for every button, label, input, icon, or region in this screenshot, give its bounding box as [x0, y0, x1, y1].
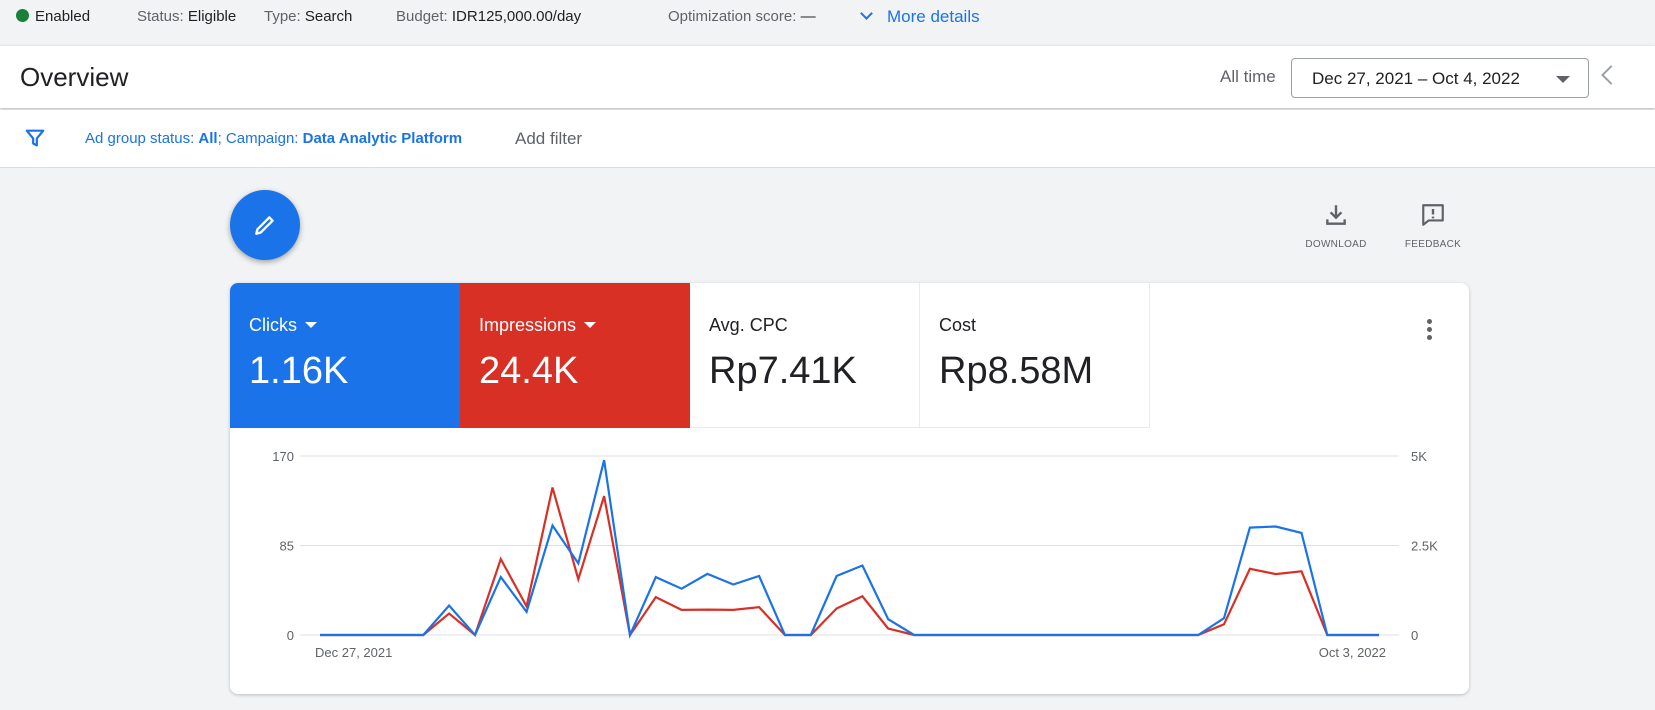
feedback-label: FEEDBACK	[1404, 239, 1462, 250]
metric-clicks-value: 1.16K	[249, 350, 349, 392]
filter-value-ad-group-status: All	[198, 130, 218, 147]
metric-impressions-value: 24.4K	[479, 350, 579, 392]
add-filter-button[interactable]: Add filter	[515, 129, 582, 149]
download-icon	[1326, 205, 1346, 225]
status-value: Eligible	[187, 8, 237, 25]
chevron-left-icon[interactable]	[1601, 65, 1621, 85]
performance-card: Clicks 1.16K Impressions 24.4K Avg. CPC …	[230, 283, 1469, 694]
type-key: Type:	[264, 8, 301, 25]
optimization-score: Optimization score: —	[668, 8, 816, 25]
page-title: Overview	[20, 62, 129, 92]
y-left-tick-label: 85	[280, 539, 294, 554]
series-line-clicks	[320, 459, 1379, 639]
enabled-status: Enabled	[16, 8, 90, 25]
date-range-value: Dec 27, 2021 – Oct 4, 2022	[1312, 69, 1520, 88]
campaign-status-strip: Enabled Status: Eligible Type: Search Bu…	[0, 0, 1655, 36]
dropdown-caret-icon	[584, 322, 597, 328]
filter-key-campaign: ; Campaign:	[217, 130, 303, 147]
metric-cost[interactable]: Cost Rp8.58M	[920, 283, 1150, 428]
metric-avg-cpc-value: Rp7.41K	[709, 350, 857, 392]
more-options-icon[interactable]	[1425, 319, 1433, 343]
filter-key-ad-group-status: Ad group status:	[85, 130, 199, 147]
y-left-tick-label: 170	[272, 449, 294, 464]
more-details-link[interactable]: More details	[860, 7, 980, 27]
download-button[interactable]: DOWNLOAD	[1296, 202, 1376, 250]
feedback-icon	[1422, 204, 1444, 226]
more-details-label: More details	[887, 7, 980, 26]
enabled-dot-icon	[16, 9, 29, 22]
y-right-tick-label: 2.5K	[1411, 539, 1438, 554]
pencil-icon	[255, 216, 274, 235]
performance-line-chart: 170 5K 85 2.5K 0 0 Dec 27, 2021 Oct 3, 2022	[272, 449, 1438, 660]
filter-icon[interactable]	[24, 127, 46, 149]
edit-fab-button[interactable]	[230, 190, 300, 260]
optimization-key: Optimization score:	[668, 8, 797, 25]
budget-value: IDR125,000.00/day	[451, 8, 582, 25]
y-right-tick-label: 0	[1411, 628, 1418, 643]
y-right-tick-label: 5K	[1411, 449, 1427, 464]
filter-value-campaign: Data Analytic Platform	[302, 130, 463, 147]
optimization-value: —	[800, 8, 816, 25]
download-label: DOWNLOAD	[1305, 239, 1367, 250]
overview-header: Overview All time Dec 27, 2021 – Oct 4, …	[0, 46, 1655, 108]
active-filter[interactable]: Ad group status: All; Campaign: Data Ana…	[85, 130, 462, 147]
x-end-label: Oct 3, 2022	[1319, 645, 1386, 660]
metric-avg-cpc-name: Avg. CPC	[709, 315, 788, 335]
filter-bar: Ad group status: All; Campaign: Data Ana…	[0, 110, 1655, 168]
x-start-label: Dec 27, 2021	[315, 645, 392, 660]
metric-avg-cpc[interactable]: Avg. CPC Rp7.41K	[690, 283, 920, 428]
date-range-picker[interactable]: Dec 27, 2021 – Oct 4, 2022	[1291, 58, 1589, 98]
metric-clicks-name: Clicks	[249, 315, 297, 335]
feedback-button[interactable]: FEEDBACK	[1393, 202, 1473, 250]
type-value: Search	[304, 8, 353, 25]
metric-impressions[interactable]: Impressions 24.4K	[460, 283, 690, 428]
campaign-type: Type: Search	[264, 8, 352, 25]
metric-clicks[interactable]: Clicks 1.16K	[230, 283, 460, 428]
dropdown-caret-icon	[1556, 76, 1570, 83]
campaign-budget: Budget: IDR125,000.00/day	[396, 8, 581, 25]
enabled-label: Enabled	[35, 8, 91, 25]
budget-key: Budget:	[396, 8, 448, 25]
metric-impressions-name: Impressions	[479, 315, 577, 335]
metric-cost-value: Rp8.58M	[939, 350, 1094, 392]
date-range-label: All time	[1220, 67, 1276, 86]
dropdown-caret-icon	[305, 322, 317, 328]
eligibility-status: Status: Eligible	[137, 8, 236, 25]
metric-cost-name: Cost	[939, 315, 977, 335]
status-key: Status:	[137, 8, 184, 25]
series-line-impressions	[320, 487, 1379, 638]
y-left-tick-label: 0	[287, 628, 294, 643]
chevron-down-icon	[860, 7, 873, 20]
